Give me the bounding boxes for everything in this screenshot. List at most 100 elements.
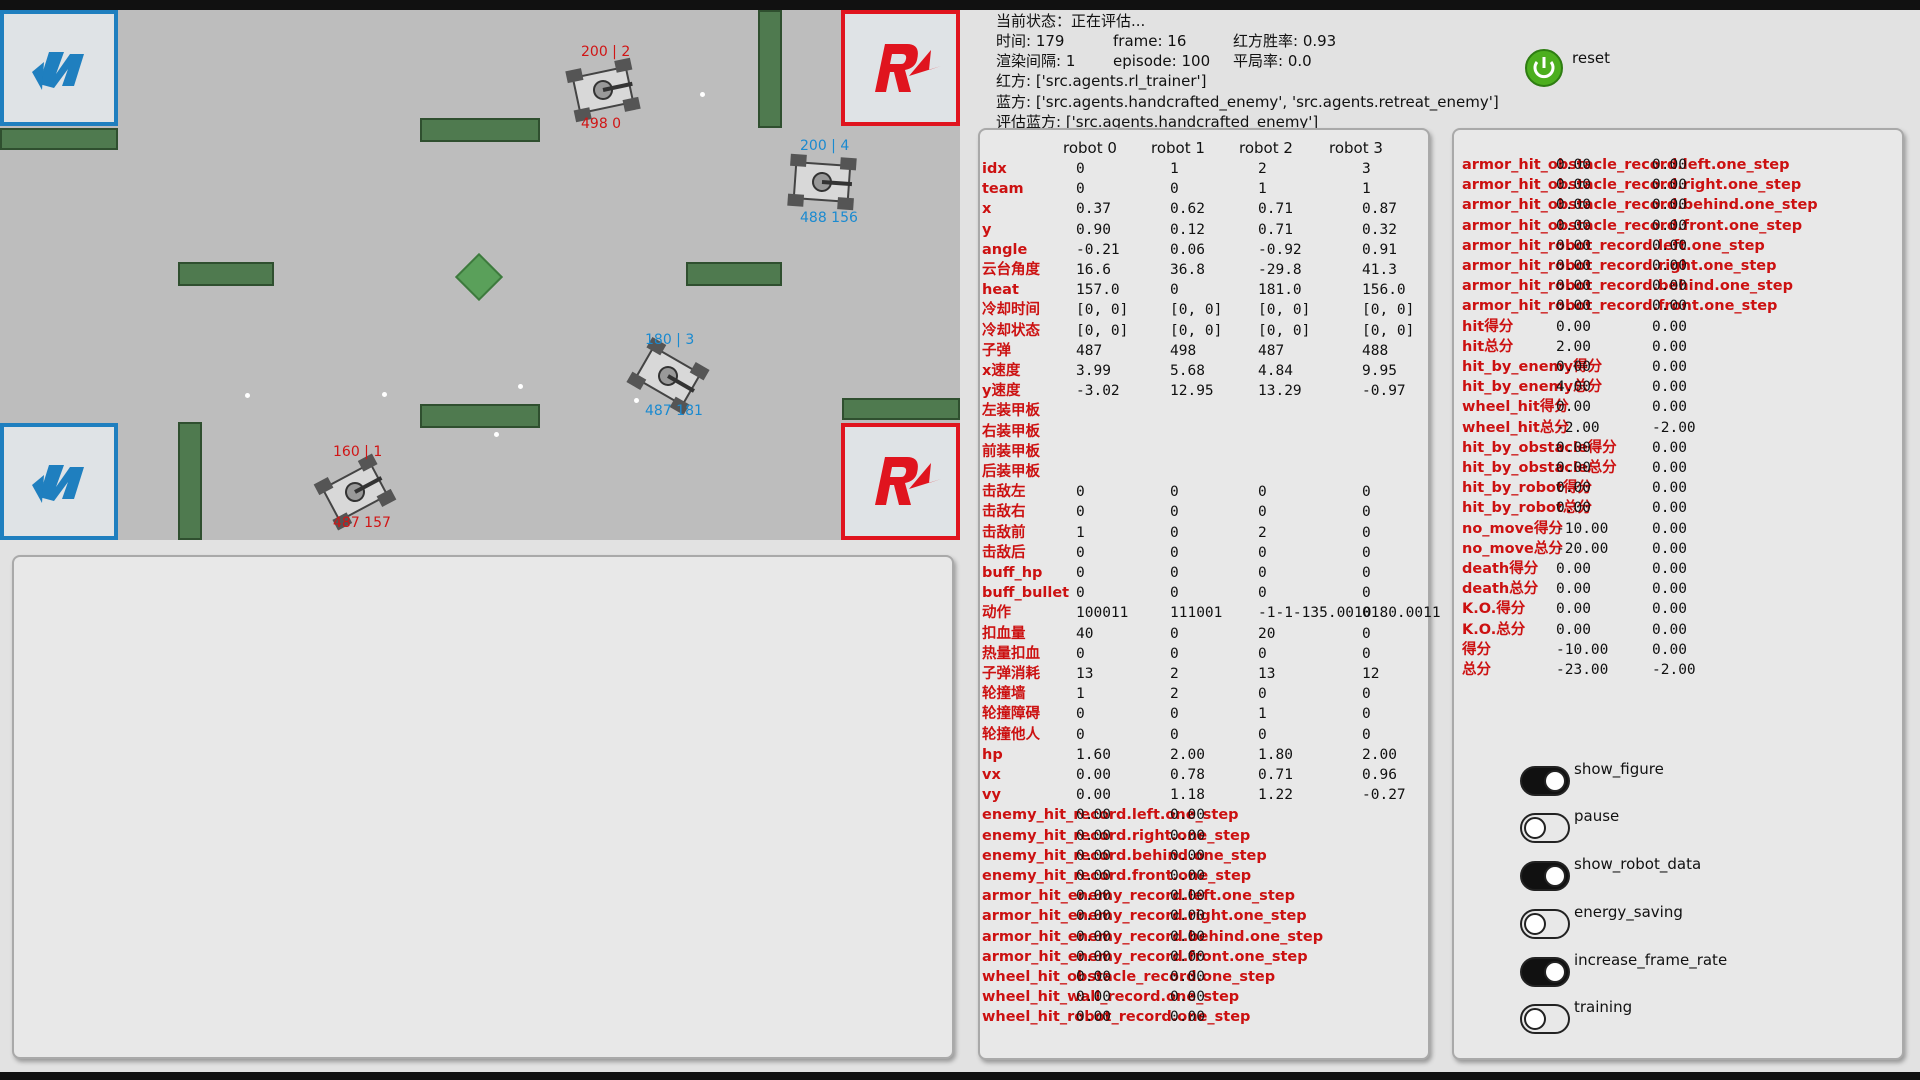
robot-cell: -0.92 <box>1258 241 1302 258</box>
robot-cell: 1 <box>1258 181 1267 198</box>
robot-cell: 0 <box>1170 484 1179 501</box>
reset-button[interactable] <box>1524 48 1564 88</box>
reward-cell: 0.00 <box>1652 621 1687 638</box>
robot-row-label: buff_bullet <box>982 585 1070 602</box>
robot-cell: 2 <box>1258 524 1267 541</box>
reward-cell: 0.00 <box>1652 500 1687 517</box>
reward-row-label: armor_hit_robot_record.behind.one_step <box>1462 278 1793 295</box>
robot-cell: 2 <box>1170 666 1179 682</box>
blue-base-bottom-left <box>0 423 118 540</box>
reward-cell: 0.00 <box>1652 520 1687 537</box>
reward-row-label: wheel_hit得分 <box>1462 399 1569 416</box>
toggle-switch[interactable] <box>1520 957 1570 987</box>
robot-cell: 0.00 <box>1076 827 1111 844</box>
reward-row-label: wheel_hit总分 <box>1462 419 1569 436</box>
toggle-row-increase-frame-rate[interactable]: increase_frame_rate <box>1520 951 1727 987</box>
robot-row-label: 热量扣血 <box>982 645 1040 662</box>
reward-cell: 0.00 <box>1556 217 1591 234</box>
robot-cell: 0 <box>1258 544 1267 561</box>
robot-cell: 1.18 <box>1170 787 1205 804</box>
robot-cell: 9.95 <box>1362 363 1397 379</box>
robot-cell: 0 <box>1362 524 1371 541</box>
toggle-row-pause[interactable]: pause <box>1520 807 1619 843</box>
robot-cell: 41.3 <box>1362 262 1397 278</box>
robot-cell: 0 <box>1076 645 1085 662</box>
reward-cell: 0.00 <box>1652 338 1687 355</box>
reward-cell: 0.00 <box>1652 439 1687 456</box>
robot-cell: 181.0 <box>1258 282 1302 299</box>
reward-row-label: K.O.总分 <box>1462 621 1526 638</box>
robot-cell: 13.29 <box>1258 383 1302 400</box>
col-header: robot 1 <box>1151 139 1205 157</box>
reward-row-label: no_move得分 <box>1462 520 1563 537</box>
robot-cell: 1 <box>1170 161 1179 177</box>
reward-row-label: armor_hit_obstacle_record.right.one_step <box>1462 177 1802 194</box>
robot-cell: 0 <box>1170 625 1179 642</box>
toggle-switch[interactable] <box>1520 909 1570 939</box>
toggle-label: pause <box>1574 807 1620 825</box>
reward-cell: 0.00 <box>1556 318 1591 335</box>
robot-row-label: enemy_hit_record.right.one_step <box>982 827 1251 844</box>
reward-cell: 0.00 <box>1556 157 1591 173</box>
robot-row-label: armor_hit_enemy_record.right.one_step <box>982 908 1307 925</box>
robot-row-label: 冷却状态 <box>982 322 1040 339</box>
status-line: 当前状态：正在评估... <box>996 12 1146 30</box>
toggle-switch[interactable] <box>1520 1004 1570 1034</box>
robot-row-label: 扣血量 <box>982 625 1026 642</box>
robot-cell: 0 <box>1170 706 1179 723</box>
robot-row-label: 冷却时间 <box>982 302 1040 319</box>
robot-cell: 488 <box>1362 342 1389 359</box>
toggle-row-show-robot-data[interactable]: show_robot_data <box>1520 855 1701 891</box>
robot-0[interactable] <box>563 55 643 124</box>
robot-cell: 20 <box>1258 625 1276 642</box>
robot-row-label: 后装甲板 <box>982 464 1040 480</box>
toggle-knob <box>1544 770 1566 792</box>
robot-row-label: wheel_hit_robot_record.one_step <box>982 1009 1251 1026</box>
robot-cell: 156.0 <box>1362 282 1406 299</box>
robot-row-label: enemy_hit_record.behind.one_step <box>982 847 1267 864</box>
toggle-switch[interactable] <box>1520 766 1570 796</box>
robot-cell: 0.00 <box>1170 847 1205 864</box>
robot-row-label: wheel_hit_obstacle_record.one_step <box>982 969 1276 985</box>
reward-cell: 0.00 <box>1652 561 1687 577</box>
robot-cell: 2 <box>1170 686 1179 703</box>
robot-cell: 0.00 <box>1170 827 1205 844</box>
robot-cell: 0.91 <box>1362 241 1397 258</box>
reward-row-label: armor_hit_robot_record.front.one_step <box>1462 298 1778 315</box>
status-episode: episode: 100 <box>1113 52 1211 70</box>
reset-label[interactable]: reset <box>1572 48 1610 68</box>
status-draw-rate: 平局率: 0.0 <box>1233 52 1312 70</box>
robot-cell: 0 <box>1362 565 1371 581</box>
toggle-switch[interactable] <box>1520 813 1570 843</box>
battle-arena[interactable]: 200 | 2 498 0 200 | 4 488 156 180 | 3 48… <box>0 10 960 540</box>
robot-cell: 1.60 <box>1076 746 1111 763</box>
robot-cell: 0 <box>1362 726 1371 743</box>
toggle-row-training[interactable]: training <box>1520 998 1632 1034</box>
toggle-row-energy-saving[interactable]: energy_saving <box>1520 903 1683 939</box>
toggle-label: show_figure <box>1574 760 1664 778</box>
robot-cell: 0.00 <box>1076 787 1111 804</box>
reward-cell: 0.00 <box>1556 278 1591 295</box>
robot-cell: 2.00 <box>1170 746 1205 763</box>
reward-cell: 0.00 <box>1556 460 1591 476</box>
robot-cell: 0 <box>1362 625 1371 642</box>
robot-cell: [0, 0] <box>1076 302 1129 319</box>
red-logo-icon <box>875 44 941 92</box>
bullet <box>494 432 499 437</box>
toggle-switch[interactable] <box>1520 861 1570 891</box>
toggle-row-show-figure[interactable]: show_figure <box>1520 760 1664 796</box>
reward-cell: 0.00 <box>1652 540 1687 557</box>
robot-cell: 0 <box>1258 645 1267 662</box>
robot-cell: 0 <box>1170 504 1179 521</box>
status-time: 时间: 179 <box>996 32 1065 50</box>
robot-cell: 0.00 <box>1170 908 1205 925</box>
robot-row-label: idx <box>982 161 1007 177</box>
robot-1[interactable] <box>785 152 859 213</box>
robot-cell: 0.37 <box>1076 201 1111 218</box>
reward-cell: 0.00 <box>1556 581 1591 598</box>
robot-cell: 0 <box>1258 726 1267 743</box>
center-block <box>454 252 504 302</box>
reward-cell: -23.00 <box>1556 662 1609 678</box>
robot-row-label: 左装甲板 <box>982 403 1040 420</box>
robot-cell: 0.00 <box>1076 969 1111 985</box>
